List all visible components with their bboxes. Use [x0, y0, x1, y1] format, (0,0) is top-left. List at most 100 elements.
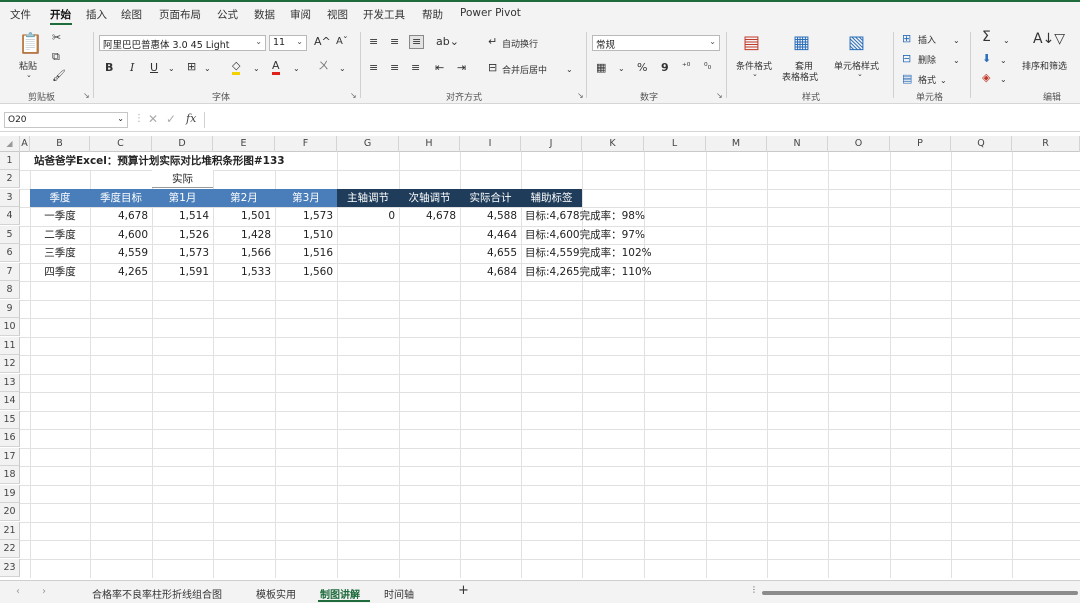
- column-header[interactable]: J: [521, 136, 582, 152]
- fill-color-dropdown-icon[interactable]: ⌄: [253, 63, 260, 75]
- format-cells-button[interactable]: 格式: [918, 73, 936, 86]
- column-header[interactable]: C: [90, 136, 152, 152]
- column-header[interactable]: H: [399, 136, 460, 152]
- align-middle-icon[interactable]: ≡: [390, 36, 399, 48]
- percent-button[interactable]: %: [637, 62, 647, 74]
- row-header[interactable]: 20: [0, 503, 20, 521]
- sheet-tab[interactable]: 模板实用: [256, 586, 296, 601]
- column-header[interactable]: F: [275, 136, 337, 152]
- format-as-table-icon[interactable]: ▦: [793, 33, 810, 53]
- row-header[interactable]: 13: [0, 374, 20, 392]
- select-all-corner[interactable]: ◢: [0, 136, 20, 152]
- menu-file[interactable]: 文件: [10, 7, 31, 22]
- cut-icon[interactable]: ✂: [52, 32, 61, 44]
- autosum-dropdown-icon[interactable]: ⌄: [1003, 35, 1010, 47]
- merge-center-button[interactable]: 合并后居中: [502, 63, 547, 76]
- phonetic-icon[interactable]: ㄨ: [318, 60, 329, 72]
- row-header[interactable]: 2: [0, 170, 20, 188]
- row-header[interactable]: 12: [0, 355, 20, 373]
- column-header[interactable]: R: [1012, 136, 1080, 152]
- cell-aux-label[interactable]: 目标:4,559完成率：102%: [521, 244, 656, 262]
- sort-filter-icon[interactable]: A↓▽: [1033, 32, 1065, 46]
- insert-cells-icon[interactable]: ⊞: [902, 33, 911, 45]
- column-header[interactable]: O: [828, 136, 890, 152]
- cell-month3[interactable]: 1,516: [275, 244, 337, 262]
- font-color-icon[interactable]: A: [272, 60, 280, 75]
- underline-button[interactable]: U: [150, 62, 158, 74]
- more-options-icon[interactable]: ⋮: [750, 585, 758, 594]
- row-header[interactable]: 10: [0, 318, 20, 336]
- insert-cells-button[interactable]: 插入: [918, 33, 936, 46]
- row-header[interactable]: 15: [0, 411, 20, 429]
- column-header[interactable]: L: [644, 136, 706, 152]
- cell-month1[interactable]: 1,514: [152, 207, 213, 225]
- phonetic-dropdown-icon[interactable]: ⌄: [339, 63, 346, 75]
- column-header[interactable]: M: [706, 136, 767, 152]
- fill-icon[interactable]: ⬇: [982, 53, 991, 65]
- clear-dropdown-icon[interactable]: ⌄: [1000, 74, 1007, 86]
- align-left-icon[interactable]: ≡: [369, 62, 378, 74]
- cell-month1[interactable]: 1,573: [152, 244, 213, 262]
- menu-insert[interactable]: 插入: [86, 7, 107, 22]
- cell-quarter[interactable]: 四季度: [30, 263, 90, 281]
- copy-icon[interactable]: ⧉: [52, 51, 60, 63]
- cell-month1[interactable]: 1,526: [152, 226, 213, 244]
- menu-power-pivot[interactable]: Power Pivot: [460, 7, 521, 19]
- number-format-select[interactable]: 常规 ⌄: [592, 35, 720, 51]
- format-dropdown-icon[interactable]: ⌄: [940, 75, 947, 87]
- comma-button[interactable]: 9: [661, 62, 669, 74]
- cell-aux-label[interactable]: 目标:4,265完成率：110%: [521, 263, 656, 281]
- align-right-icon[interactable]: ≡: [411, 62, 420, 74]
- fill-dropdown-icon[interactable]: ⌄: [1000, 55, 1007, 67]
- bold-button[interactable]: B: [105, 62, 113, 74]
- accounting-icon[interactable]: ▦: [596, 62, 606, 74]
- align-center-icon[interactable]: ≡: [390, 62, 399, 74]
- cell-styles-icon[interactable]: ▧: [848, 33, 865, 53]
- orientation-icon[interactable]: ab⌄: [436, 36, 459, 48]
- cell-target[interactable]: 4,678: [90, 207, 152, 225]
- formula-input[interactable]: [204, 112, 1076, 128]
- cell-target[interactable]: 4,559: [90, 244, 152, 262]
- column-header[interactable]: G: [337, 136, 399, 152]
- column-header[interactable]: Q: [951, 136, 1012, 152]
- row-header[interactable]: 5: [0, 226, 20, 244]
- number-launcher-icon[interactable]: ↘: [716, 91, 723, 100]
- add-sheet-button[interactable]: +: [458, 583, 469, 598]
- insert-dropdown-icon[interactable]: ⌄: [953, 35, 960, 47]
- format-cells-icon[interactable]: ▤: [902, 73, 912, 85]
- row-header[interactable]: 1: [0, 152, 20, 170]
- delete-dropdown-icon[interactable]: ⌄: [953, 55, 960, 67]
- italic-button[interactable]: I: [130, 62, 134, 74]
- format-as-table-label2[interactable]: 表格格式: [782, 70, 818, 83]
- row-header[interactable]: 19: [0, 485, 20, 503]
- row-header[interactable]: 18: [0, 466, 20, 484]
- fill-color-icon[interactable]: ◇: [232, 60, 241, 75]
- cell-aux-label[interactable]: 目标:4,678完成率：98%: [521, 207, 649, 225]
- insert-function-icon[interactable]: fx: [186, 112, 196, 125]
- column-header[interactable]: P: [890, 136, 951, 152]
- cell-month3[interactable]: 1,510: [275, 226, 337, 244]
- row-header[interactable]: 8: [0, 281, 20, 299]
- row-header[interactable]: 7: [0, 263, 20, 281]
- wrap-text-button[interactable]: 自动换行: [502, 37, 538, 50]
- column-header[interactable]: K: [582, 136, 644, 152]
- row-header[interactable]: 9: [0, 300, 20, 318]
- font-size-select[interactable]: 11 ⌄: [269, 35, 307, 51]
- row-header[interactable]: 3: [0, 189, 20, 207]
- cancel-icon[interactable]: ✕: [148, 112, 158, 126]
- sheet-tab-active[interactable]: 制图讲解: [320, 586, 360, 601]
- cell-month2[interactable]: 1,533: [213, 263, 275, 281]
- scroll-tabs-left-icon[interactable]: ‹: [16, 586, 20, 597]
- grow-font-icon[interactable]: A^: [314, 36, 331, 48]
- cell-month3[interactable]: 1,573: [275, 207, 337, 225]
- cell-styles-dropdown-icon[interactable]: ⌄: [857, 70, 863, 78]
- cell-month1[interactable]: 1,591: [152, 263, 213, 281]
- cell-aux-label[interactable]: 目标:4,600完成率：97%: [521, 226, 649, 244]
- column-header[interactable]: E: [213, 136, 275, 152]
- column-header[interactable]: I: [460, 136, 521, 152]
- increase-indent-icon[interactable]: ⇥: [457, 62, 466, 74]
- cell-month2[interactable]: 1,501: [213, 207, 275, 225]
- enter-icon[interactable]: ✓: [166, 112, 176, 126]
- menu-data[interactable]: 数据: [254, 7, 275, 22]
- wrap-text-icon[interactable]: ↵: [488, 36, 497, 48]
